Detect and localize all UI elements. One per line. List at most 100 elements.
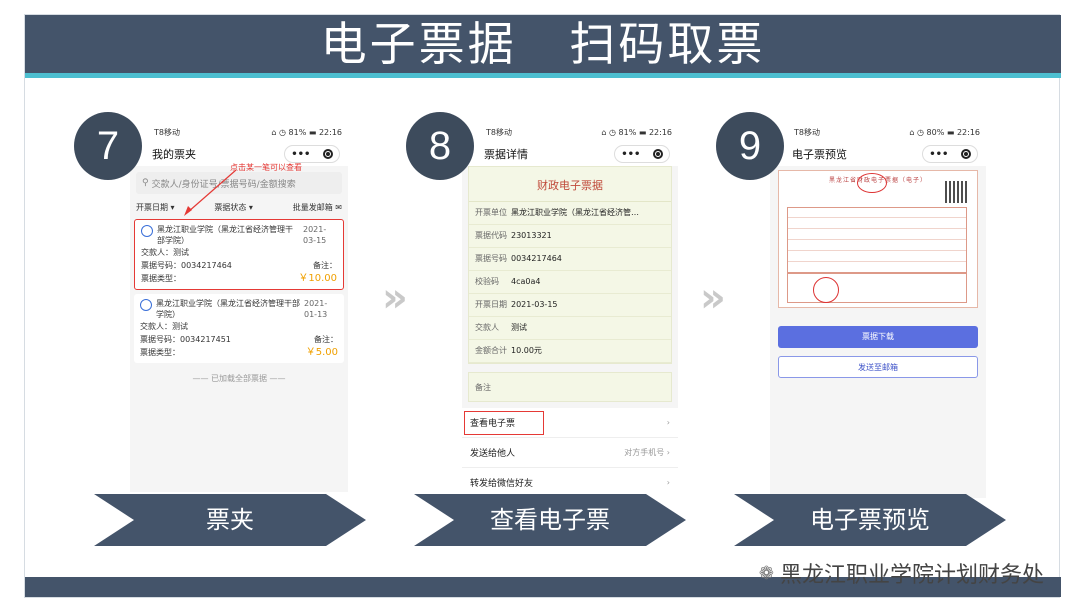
nav-title: 票据详情 [484, 148, 528, 161]
card-payer: 交款人：测试 [140, 322, 188, 331]
more-icon[interactable]: ••• [621, 149, 640, 160]
filter-date[interactable]: 开票日期 ▾ [136, 202, 175, 213]
send-email-button[interactable]: 发送至邮箱 [778, 356, 978, 378]
row-label: 开票日期 [475, 300, 507, 309]
row-label: 校验码 [475, 277, 499, 286]
card-amount: ￥10.00 [298, 273, 337, 284]
row-label: 开票单位 [475, 208, 507, 217]
header-accent-line [25, 73, 1061, 78]
watermark-text: 黑龙江职业学院计划财务处 [779, 563, 1044, 588]
step-banner-ticket-folder: 票夹 [94, 494, 366, 546]
row-label: 票据代码 [475, 231, 507, 240]
ticket-card[interactable]: 黑龙江职业学院（黑龙江省经济管理干部学院） 2021-01-13 交款人：测试 … [134, 294, 344, 363]
receipt-row: 校验码 4ca0a4 [469, 271, 671, 294]
row-value: 0034217464 [511, 254, 562, 263]
close-target-icon[interactable] [322, 149, 333, 159]
card-issuer: 黑龙江职业学院（黑龙江省经济管理干部学院） [156, 299, 300, 319]
menu-label: 发送给他人 [470, 449, 516, 459]
account-watermark: ❁ 黑龙江职业学院计划财务处 [759, 557, 1044, 589]
row-label: 交款人 [475, 323, 499, 332]
row-value: 测试 [511, 323, 527, 332]
row-value: 4ca0a4 [511, 277, 541, 286]
action-menu: 查看电子票 › 发送给他人 对方手机号 › 转发给微信好友 › [462, 408, 678, 494]
chevron-double-right-icon: » [700, 275, 726, 321]
receipt-title: 财政电子票据 [469, 167, 671, 202]
card-type: 票据类型： [140, 348, 180, 357]
school-logo-icon [141, 225, 153, 237]
carrier-text: T8移动 [486, 127, 512, 137]
card-number: 票据号码：0034217451 [140, 335, 231, 344]
step-9-badge: 9 [716, 112, 784, 180]
receipt-row: 开票单位 黑龙江职业学院（黑龙江省经济管… [469, 202, 671, 225]
qr-code-icon [945, 181, 967, 203]
banner-label: 查看电子票 [490, 506, 610, 534]
receipt-row: 票据代码 23013321 [469, 225, 671, 248]
more-icon[interactable]: ••• [291, 149, 310, 160]
status-bar: T8移动 ⌂ ◷ 81% ▬ 22:16 [462, 122, 678, 142]
nav-bar: 电子票预览 ••• [770, 142, 986, 166]
row-value: 10.00元 [511, 346, 542, 355]
nav-title: 我的票夹 [152, 148, 196, 161]
phone-ticket-preview: T8移动 ⌂ ◷ 80% ▬ 22:16 电子票预览 ••• 黑龙江省财政电子票… [770, 122, 986, 498]
card-remark: 备注： [313, 261, 337, 270]
close-target-icon[interactable] [652, 149, 663, 159]
card-date: 2021-01-13 [304, 299, 328, 319]
download-button[interactable]: 票据下载 [778, 326, 978, 348]
receipt-row: 开票日期 2021-03-15 [469, 294, 671, 317]
invoice-table [787, 207, 967, 273]
send-to-others-item[interactable]: 发送给他人 对方手机号 › [462, 438, 678, 468]
receipt-row: 票据号码 0034217464 [469, 248, 671, 271]
more-icon[interactable]: ••• [929, 149, 948, 160]
wechat-icon: ❁ [758, 562, 774, 584]
card-type: 票据类型： [141, 274, 181, 283]
school-logo-icon [140, 299, 152, 311]
hint-arrow-icon [184, 169, 237, 216]
status-bar: T8移动 ⌂ ◷ 81% ▬ 22:16 [130, 122, 348, 142]
view-e-ticket-item[interactable]: 查看电子票 › [462, 408, 678, 438]
card-date: 2021-03-15 [303, 225, 327, 245]
banner-label: 电子票预览 [810, 506, 930, 534]
header-bar: 电子票据 扫码取票 [25, 15, 1061, 73]
status-icons: ⌂ ◷ 81% ▬ 22:16 [601, 127, 672, 137]
close-target-icon[interactable] [960, 149, 971, 159]
remark-field: 备注 [468, 372, 672, 402]
chevron-right-icon: › [666, 418, 670, 427]
receipt-row: 金额合计 10.00元 [469, 340, 671, 363]
seal-stamp-icon [813, 277, 839, 303]
row-label: 票据号码 [475, 254, 507, 263]
card-amount: ￥5.00 [305, 347, 338, 358]
chevron-right-icon: › [666, 478, 670, 487]
step-banner-view-ticket: 查看电子票 [414, 494, 686, 546]
search-icon: ⚲ [142, 178, 149, 188]
phone-ticket-detail: T8移动 ⌂ ◷ 81% ▬ 22:16 票据详情 ••• 财政电子票据 开票单… [462, 122, 678, 494]
phone-number-hint: 对方手机号 › [624, 448, 670, 457]
row-value: 23013321 [511, 231, 552, 240]
carrier-text: T8移动 [154, 127, 180, 137]
batch-email-button[interactable]: 批量发邮箱 ✉ [293, 202, 342, 213]
card-remark: 备注： [314, 335, 338, 344]
nav-title: 电子票预览 [792, 148, 847, 161]
menu-label: 转发给微信好友 [470, 479, 534, 489]
banner-label: 票夹 [206, 506, 254, 534]
receipt-row: 交款人 测试 [469, 317, 671, 340]
forward-wechat-item[interactable]: 转发给微信好友 › [462, 468, 678, 494]
row-value: 2021-03-15 [511, 300, 558, 309]
status-icons: ⌂ ◷ 81% ▬ 22:16 [271, 127, 342, 137]
step-banner-preview: 电子票预览 [734, 494, 1006, 546]
highlight-box [464, 411, 544, 435]
mini-program-capsule[interactable]: ••• [284, 145, 340, 163]
mini-program-capsule[interactable]: ••• [922, 145, 978, 163]
carrier-text: T8移动 [794, 127, 820, 137]
receipt-panel: 财政电子票据 开票单位 黑龙江职业学院（黑龙江省经济管… 票据代码 23013321… [468, 166, 672, 364]
seal-stamp-icon [857, 173, 887, 193]
all-loaded-text: —— 已加载全部票据 —— [192, 374, 286, 383]
nav-bar: 票据详情 ••• [462, 142, 678, 166]
invoice-preview-image: 黑龙江省财政电子票据（电子） [778, 170, 978, 308]
mini-program-capsule[interactable]: ••• [614, 145, 670, 163]
chevron-double-right-icon: » [382, 275, 408, 321]
click-hint-annotation: 点击某一笔可以查看 [230, 163, 302, 172]
ticket-card[interactable]: 黑龙江职业学院（黑龙江省经济管理干部学院） 2021-03-15 交款人：测试 … [134, 219, 344, 290]
card-number: 票据号码：0034217464 [141, 261, 232, 270]
row-label: 金额合计 [475, 346, 507, 355]
step-7-badge: 7 [74, 112, 142, 180]
